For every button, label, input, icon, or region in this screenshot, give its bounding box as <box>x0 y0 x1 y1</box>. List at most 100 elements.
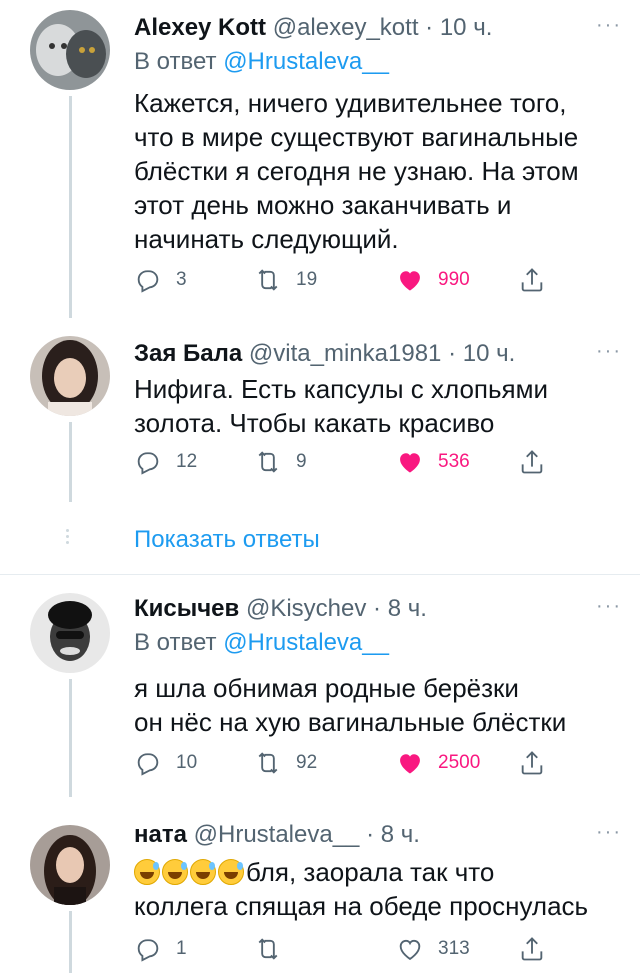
tweet-text-line: коллега спящая на обеде проснулась <box>134 891 589 921</box>
woman-avatar-image <box>30 336 110 416</box>
author-name[interactable]: Alexey Kott <box>134 14 266 41</box>
tweet-text-line-1: бля, заорала так что <box>246 857 495 887</box>
reply-icon <box>134 749 162 777</box>
tweet-time[interactable]: · 8 ч. <box>373 595 427 622</box>
tweet-header: Кисычев @Kisychev · 8 ч. <box>134 595 427 623</box>
author-name[interactable]: Кисычев <box>134 595 239 622</box>
reply-count: 10 <box>176 752 198 773</box>
author-name[interactable]: Зая Бала <box>134 340 242 367</box>
reply-count: 12 <box>176 451 198 472</box>
heart-filled-icon <box>396 266 424 294</box>
tweet-time[interactable]: · 8 ч. <box>366 821 420 848</box>
author-handle[interactable]: @Kisychev <box>246 595 366 622</box>
author-handle[interactable]: @Hrustaleva__ <box>194 821 360 848</box>
tweet-header: ната @Hrustaleva__ · 8 ч. <box>134 821 420 849</box>
share-button[interactable] <box>518 931 560 967</box>
tweet-actions: 12 9 536 <box>134 444 574 480</box>
retweet-count: 19 <box>296 269 318 290</box>
more-options-icon[interactable]: ··· <box>596 340 622 363</box>
tweet-text: бля, заорала так что коллега спящая на о… <box>134 855 614 923</box>
tweet-time[interactable]: · 10 ч. <box>425 14 492 41</box>
reply-to: В ответ @Hrustaleva__ <box>134 629 389 657</box>
reply-button[interactable]: 1 <box>134 931 187 967</box>
tweet-text: я шла обнимая родные берёзки он нёс на х… <box>134 671 614 739</box>
author-name[interactable]: ната <box>134 821 187 848</box>
thread-dots <box>66 526 72 547</box>
more-options-icon[interactable]: ··· <box>596 14 622 37</box>
thread-line <box>69 96 72 318</box>
retweet-button[interactable]: 9 <box>254 444 307 480</box>
avatar[interactable] <box>30 825 110 905</box>
reply-button[interactable]: 10 <box>134 745 197 781</box>
like-count: 313 <box>438 938 470 959</box>
more-options-icon[interactable]: ··· <box>596 595 622 618</box>
reply-button[interactable]: 12 <box>134 444 197 480</box>
tweet-actions: 10 92 2500 <box>134 745 574 781</box>
share-icon <box>518 448 546 476</box>
like-count: 2500 <box>438 752 481 773</box>
like-count: 990 <box>438 269 470 290</box>
tweet-2[interactable]: Зая Бала @vita_minka1981 · 10 ч. ··· Ниф… <box>0 318 640 510</box>
tweet-text: Кажется, ничего удивительнее того, что в… <box>134 88 579 254</box>
share-button[interactable] <box>518 745 560 781</box>
share-button[interactable] <box>518 262 560 298</box>
share-button[interactable] <box>518 444 560 480</box>
tweet-header: Alexey Kott @alexey_kott · 10 ч. <box>134 14 492 42</box>
thread-line <box>69 679 72 797</box>
reply-button[interactable]: 3 <box>134 262 187 298</box>
retweet-icon <box>254 448 282 476</box>
share-icon <box>518 935 546 963</box>
author-handle[interactable]: @alexey_kott <box>273 14 419 41</box>
like-count: 536 <box>438 451 470 472</box>
author-handle[interactable]: @vita_minka1981 <box>249 340 441 367</box>
reply-count: 3 <box>176 269 187 290</box>
heart-filled-icon <box>396 749 424 777</box>
retweet-button[interactable] <box>254 931 296 967</box>
reply-icon <box>134 448 162 476</box>
retweet-icon <box>254 266 282 294</box>
man-avatar-image <box>30 593 110 673</box>
reply-to: В ответ @Hrustaleva__ <box>134 48 389 76</box>
reply-prefix: В ответ <box>134 629 217 656</box>
tweet-actions: 3 19 990 <box>134 262 574 298</box>
sweat-smile-emoji-icon <box>134 859 160 885</box>
avatar[interactable] <box>30 10 110 90</box>
tweet-text-line: он нёс на хую вагинальные блёстки <box>134 707 567 737</box>
show-replies-link[interactable]: Показать ответы <box>134 526 320 554</box>
like-button[interactable]: 2500 <box>396 745 480 781</box>
thread-line <box>69 422 72 502</box>
heart-filled-icon <box>396 448 424 476</box>
tweet-time[interactable]: · 10 ч. <box>448 340 515 367</box>
retweet-count: 9 <box>296 451 307 472</box>
tweet-text-line: бля, заорала так что <box>134 855 614 889</box>
retweet-icon <box>254 935 282 963</box>
avatar[interactable] <box>30 593 110 673</box>
tweet-4[interactable]: ната @Hrustaleva__ · 8 ч. ··· бля, заора… <box>0 797 640 973</box>
tweet-1[interactable]: Alexey Kott @alexey_kott · 10 ч. ··· В о… <box>0 0 640 318</box>
reply-icon <box>134 935 162 963</box>
girl-avatar-image <box>30 825 110 905</box>
like-button[interactable]: 313 <box>396 931 470 967</box>
sweat-smile-emoji-icon <box>190 859 216 885</box>
retweet-button[interactable]: 19 <box>254 262 317 298</box>
like-button[interactable]: 990 <box>396 262 470 298</box>
more-options-icon[interactable]: ··· <box>596 821 622 844</box>
sweat-smile-emoji-icon <box>162 859 188 885</box>
retweet-button[interactable]: 92 <box>254 745 317 781</box>
reply-mention-link[interactable]: @Hrustaleva__ <box>223 48 389 75</box>
retweet-icon <box>254 749 282 777</box>
reply-count: 1 <box>176 938 187 959</box>
tweet-text-line: я шла обнимая родные берёзки <box>134 673 519 703</box>
reply-icon <box>134 266 162 294</box>
tweet-3[interactable]: Кисычев @Kisychev · 8 ч. ··· В ответ @Hr… <box>0 575 640 797</box>
thread-line <box>69 911 72 973</box>
avatar[interactable] <box>30 336 110 416</box>
retweet-count: 92 <box>296 752 318 773</box>
share-icon <box>518 749 546 777</box>
tweet-header: Зая Бала @vita_minka1981 · 10 ч. <box>134 340 515 368</box>
tweet-actions: 1 313 <box>134 931 574 967</box>
reply-mention-link[interactable]: @Hrustaleva__ <box>223 629 389 656</box>
reply-prefix: В ответ <box>134 48 217 75</box>
like-button[interactable]: 536 <box>396 444 470 480</box>
cats-avatar-image <box>30 10 110 90</box>
